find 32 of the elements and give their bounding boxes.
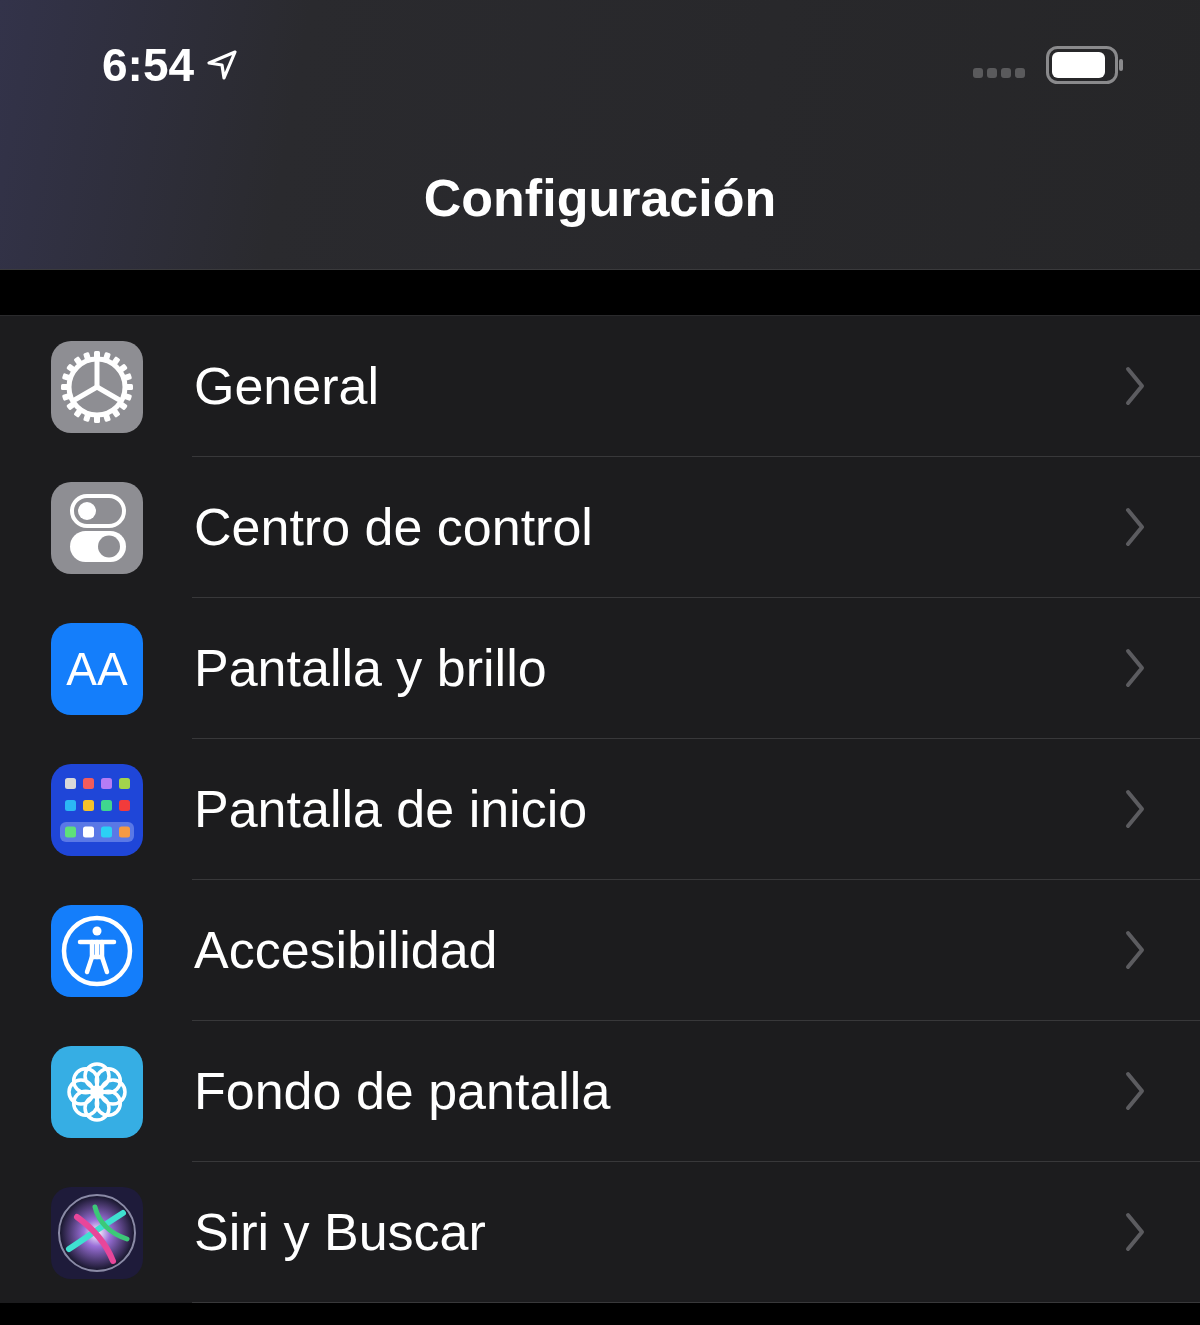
- app-grid-icon: [51, 763, 143, 856]
- settings-label: Pantalla de inicio: [193, 779, 589, 839]
- settings-row[interactable]: General: [0, 316, 1200, 457]
- settings-row[interactable]: Fondo de pantalla: [0, 1021, 1200, 1162]
- chevron-icon: [1125, 1212, 1145, 1252]
- flower-icon: [51, 1045, 143, 1138]
- chevron-icon: [1125, 930, 1145, 970]
- settings-row[interactable]: Pantalla de inicio: [0, 739, 1200, 880]
- chevron-icon: [1125, 789, 1145, 829]
- text-size-icon: AA: [51, 622, 143, 715]
- toggles-icon: [51, 481, 143, 574]
- chevron-icon: [1125, 1071, 1145, 1111]
- chevron-icon: [1125, 648, 1145, 688]
- siri-orb-icon: [51, 1186, 143, 1279]
- settings-row[interactable]: Centro de control: [0, 457, 1200, 598]
- settings-row[interactable]: Siri y Buscar: [0, 1162, 1200, 1303]
- settings-label: Centro de control: [193, 497, 594, 557]
- screen-title: Configuración: [422, 168, 778, 228]
- settings-label: Pantalla y brillo: [193, 638, 548, 698]
- signal-dots-icon: [972, 67, 1028, 79]
- settings-label: Siri y Buscar: [193, 1202, 487, 1262]
- battery-icon: [1046, 46, 1124, 84]
- settings-label: Accesibilidad: [193, 920, 499, 980]
- settings-row[interactable]: AA Pantalla y brillo: [0, 598, 1200, 739]
- settings-row[interactable]: Accesibilidad: [0, 880, 1200, 1021]
- settings-label: Fondo de pantalla: [193, 1061, 612, 1121]
- accessibility-icon: [51, 904, 143, 997]
- chevron-icon: [1125, 507, 1145, 547]
- chevron-icon: [1125, 366, 1145, 406]
- settings-label: General: [193, 356, 380, 416]
- gear-icon: [51, 340, 143, 433]
- status-time: 6:54: [102, 38, 195, 92]
